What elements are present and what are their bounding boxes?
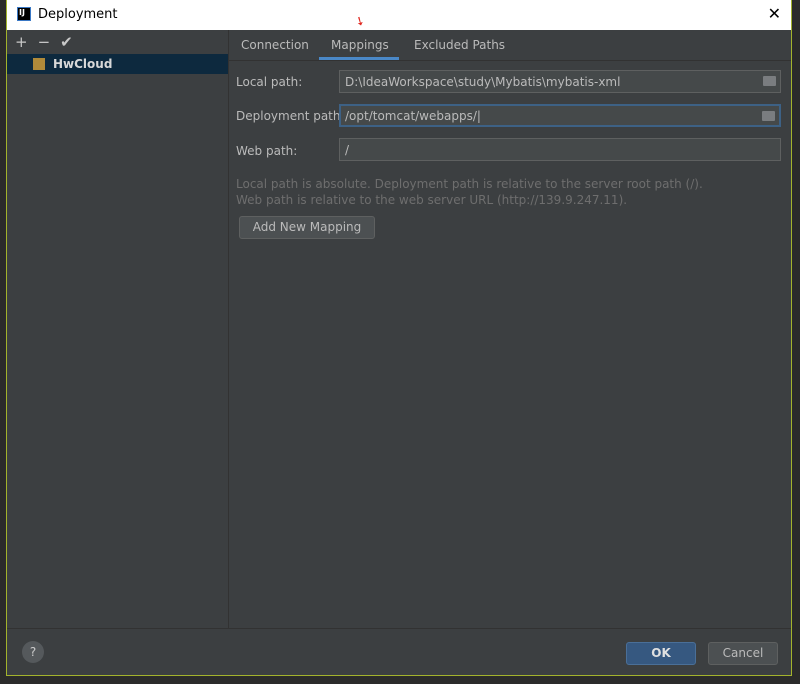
folder-icon[interactable]	[763, 76, 776, 86]
set-default-button[interactable]: ✔	[60, 33, 73, 51]
cancel-button[interactable]: Cancel	[708, 642, 778, 665]
hint-text-2: Web path is relative to the web server U…	[236, 193, 628, 207]
intellij-logo-icon: IJ	[17, 7, 31, 21]
web-path-value: /	[345, 143, 350, 157]
close-icon[interactable]: ✕	[768, 4, 781, 23]
deployment-path-input[interactable]: /opt/tomcat/webapps/|	[339, 104, 781, 127]
deployment-path-label: Deployment path:	[236, 109, 345, 123]
dialog-footer: ? OK Cancel	[7, 628, 791, 675]
deployment-path-value: /opt/tomcat/webapps/	[345, 109, 477, 123]
tab-excluded-paths[interactable]: Excluded Paths	[414, 38, 505, 52]
web-path-label: Web path:	[236, 144, 298, 158]
sftp-server-icon	[33, 58, 45, 70]
tab-connection[interactable]: Connection	[241, 38, 309, 52]
server-item-hwcloud[interactable]: HwCloud	[7, 54, 228, 74]
folder-icon[interactable]	[762, 111, 775, 121]
window-title: Deployment	[38, 7, 118, 22]
help-button[interactable]: ?	[22, 641, 44, 663]
active-tab-indicator	[319, 57, 399, 60]
hint-text-1: Local path is absolute. Deployment path …	[236, 177, 703, 191]
local-path-value: D:\IdeaWorkspace\study\Mybatis\mybatis-x…	[345, 75, 621, 89]
add-new-mapping-button[interactable]: Add New Mapping	[239, 216, 375, 239]
remove-server-button[interactable]: −	[38, 33, 51, 51]
web-path-input[interactable]: /	[339, 138, 781, 161]
title-bar: IJ Deployment ✕	[7, 0, 791, 30]
tab-mappings[interactable]: Mappings	[331, 38, 389, 52]
deployment-dialog: IJ Deployment ✕ + − ✔ HwCloud Connection…	[6, 0, 792, 676]
local-path-label: Local path:	[236, 75, 303, 89]
server-list-panel: + − ✔ HwCloud	[7, 30, 229, 629]
add-server-button[interactable]: +	[15, 33, 28, 51]
ok-button[interactable]: OK	[626, 642, 696, 665]
tab-bar: Connection Mappings Excluded Paths	[229, 30, 791, 61]
server-toolbar: + − ✔	[7, 30, 228, 54]
server-label: HwCloud	[53, 57, 113, 71]
local-path-input[interactable]: D:\IdeaWorkspace\study\Mybatis\mybatis-x…	[339, 70, 781, 93]
